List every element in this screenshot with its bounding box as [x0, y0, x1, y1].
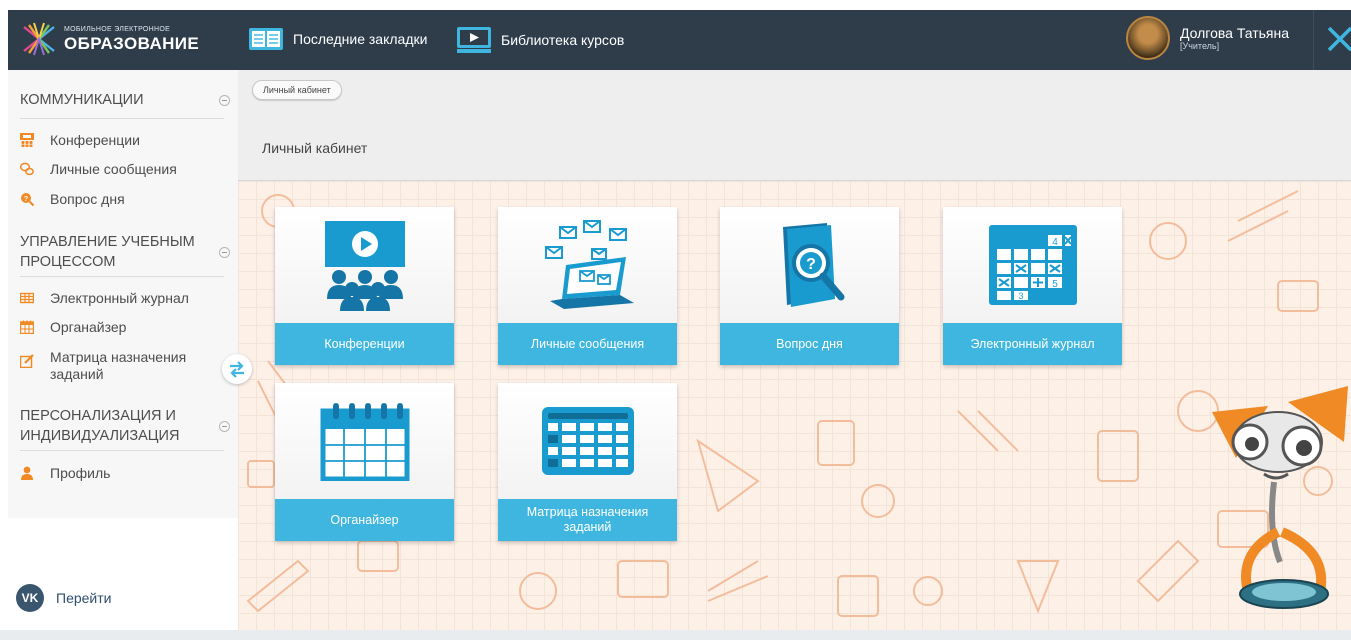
divider: [20, 118, 224, 119]
tile-label: Органайзер: [275, 499, 454, 541]
tile-label: Электронный журнал: [943, 323, 1122, 365]
calendar-icon: [320, 403, 409, 481]
nav-recent-bookmarks[interactable]: Последние закладки: [248, 26, 427, 52]
user-name: Долгова Татьяна: [1180, 24, 1290, 41]
svg-text:5: 5: [1052, 279, 1058, 290]
logo-subtitle: МОБИЛЬНОЕ ЭЛЕКТРОННОЕ: [64, 26, 171, 33]
sidebar-section-title: УПРАВЛЕНИЕ УЧЕБНЫМ ПРОЦЕССОМ: [20, 234, 195, 270]
nav-recent-bookmarks-label: Последние закладки: [293, 31, 428, 47]
conference-icon: [324, 221, 405, 311]
matrix-table-icon: [541, 407, 634, 475]
edit-icon: [20, 354, 34, 368]
sidebar-item-label: Конференции: [50, 132, 140, 148]
book-icon: [249, 28, 283, 50]
tile-messages[interactable]: Личные сообщения: [498, 207, 677, 365]
close-icon[interactable]: [1326, 24, 1351, 54]
mascot-robot-icon: [1212, 386, 1348, 609]
sidebar-item-label: Личные сообщения: [50, 161, 177, 177]
sidebar-item-label: Профиль: [50, 465, 111, 481]
page-title: Личный кабинет: [262, 140, 368, 156]
question-book-icon: ?: [782, 223, 844, 307]
tile-label: Матрица назначения заданий: [498, 499, 677, 541]
sidebar-item-conferences[interactable]: Конференции: [20, 132, 140, 149]
breadcrumb-bar: Личный кабинет Личный кабинет: [238, 70, 1351, 181]
journal-icon: [20, 292, 34, 304]
nav-course-library[interactable]: Библиотека курсов: [456, 26, 624, 54]
question-search-icon: ?: [21, 193, 34, 206]
vk-icon: VK: [16, 584, 44, 612]
sidebar-item-e-journal[interactable]: Электронный журнал: [20, 290, 189, 307]
collapse-icon[interactable]: [219, 246, 230, 258]
tile-organizer[interactable]: Органайзер: [275, 383, 454, 541]
sidebar-section-communications[interactable]: КОММУНИКАЦИИ: [20, 90, 230, 110]
toggle-sidebar-button[interactable]: [222, 354, 252, 384]
logo-title: ОБРАЗОВАНИЕ: [64, 34, 200, 53]
top-bar: МОБИЛЬНОЕ ЭЛЕКТРОННОЕ ОБРАЗОВАНИЕ Послед…: [8, 10, 1351, 70]
divider: [1313, 10, 1314, 70]
tile-label: Вопрос дня: [720, 323, 899, 365]
sidebar: КОММУНИКАЦИИ Конференции Личные сообщени…: [8, 70, 238, 518]
user-icon: [21, 466, 33, 480]
collapse-icon[interactable]: [219, 94, 230, 106]
messages-icon: [20, 162, 34, 176]
conference-icon: [20, 133, 34, 147]
svg-text:4: 4: [1052, 237, 1058, 248]
tile-task-matrix[interactable]: Матрица назначения заданий: [498, 383, 677, 541]
sidebar-item-profile[interactable]: Профиль: [20, 465, 110, 482]
sidebar-footer: [8, 518, 238, 630]
sidebar-item-label: Вопрос дня: [50, 191, 125, 207]
sidebar-section-title: КОММУНИКАЦИИ: [20, 92, 144, 108]
nav-course-library-label: Библиотека курсов: [501, 32, 625, 48]
sidebar-item-label: Органайзер: [50, 319, 127, 335]
logo-mark-icon: [23, 22, 55, 56]
tile-label: Конференции: [275, 323, 454, 365]
video-library-icon: [457, 27, 491, 53]
sidebar-item-organizer[interactable]: Органайзер: [20, 319, 126, 336]
logo[interactable]: МОБИЛЬНОЕ ЭЛЕКТРОННОЕ ОБРАЗОВАНИЕ: [20, 21, 199, 57]
sidebar-item-question-of-day[interactable]: ? Вопрос дня: [20, 191, 125, 208]
sidebar-item-task-matrix[interactable]: Матрица назначения заданий: [20, 349, 200, 383]
svg-text:3: 3: [1018, 291, 1023, 301]
sidebar-item-label: Матрица назначения заданий: [50, 349, 187, 382]
sidebar-item-label: Электронный журнал: [50, 290, 189, 306]
user-role: [Учитель]: [1180, 40, 1220, 51]
journal-grid-icon: 4 5 3: [988, 225, 1077, 305]
breadcrumb[interactable]: Личный кабинет: [252, 80, 342, 100]
divider: [20, 276, 224, 277]
messages-laptop-icon: [544, 220, 634, 309]
divider: [20, 450, 224, 451]
swap-arrows-icon: [230, 361, 244, 378]
collapse-icon[interactable]: [219, 420, 230, 432]
svg-text:?: ?: [24, 196, 28, 203]
user-menu[interactable]: Долгова Татьяна [Учитель]: [1126, 16, 1289, 60]
vk-link[interactable]: VK Перейти: [16, 584, 111, 612]
tile-conferences[interactable]: Конференции: [275, 207, 454, 365]
sidebar-section-title: ПЕРСОНАЛИЗАЦИЯ И ИНДИВИДУАЛИЗАЦИЯ: [20, 408, 180, 444]
tile-question-of-day[interactable]: ? Вопрос дня: [720, 207, 899, 365]
avatar[interactable]: [1126, 16, 1170, 60]
sidebar-section-personalization[interactable]: ПЕРСОНАЛИЗАЦИЯ И ИНДИВИДУАЛИЗАЦИЯ: [20, 406, 230, 446]
calendar-icon: [20, 320, 34, 334]
tile-e-journal[interactable]: 4 5 3 Электронный журнал: [943, 207, 1122, 365]
svg-text:?: ?: [806, 256, 816, 273]
sidebar-item-messages[interactable]: Личные сообщения: [20, 161, 177, 178]
tile-label: Личные сообщения: [498, 323, 677, 365]
sidebar-section-learning-management[interactable]: УПРАВЛЕНИЕ УЧЕБНЫМ ПРОЦЕССОМ: [20, 232, 230, 272]
status-strip: [0, 630, 1351, 640]
vk-link-label: Перейти: [56, 590, 112, 606]
